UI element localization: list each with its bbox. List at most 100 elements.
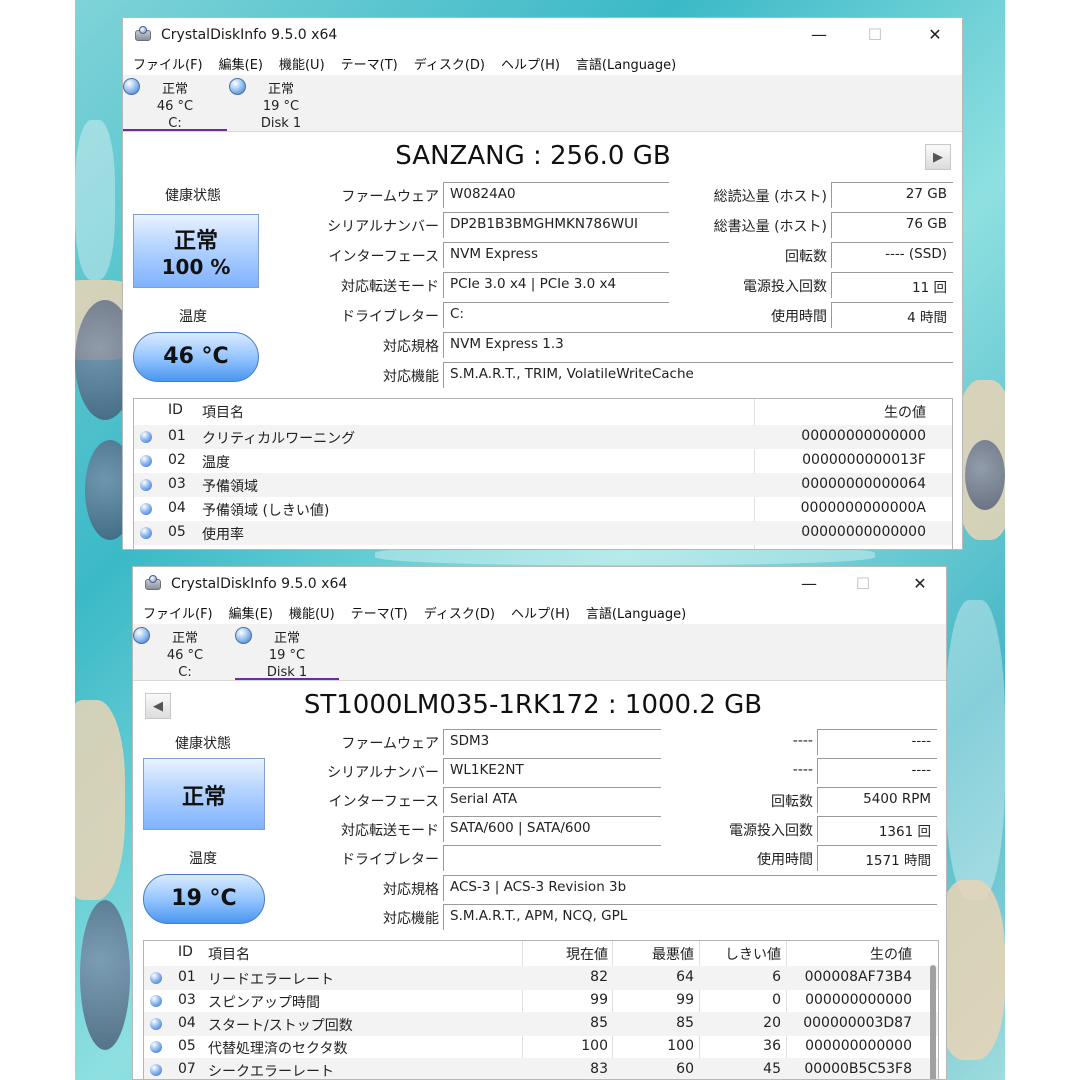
col-name[interactable]: 項目名 <box>208 944 250 964</box>
smart-table[interactable]: ID 項目名 現在値 最悪値 しきい値 生の値 01 リードエラーレート 82 … <box>143 940 939 1079</box>
menu-edit[interactable]: 編集(E) <box>219 54 263 73</box>
row-worst: 64 <box>676 969 694 985</box>
title-bar[interactable]: CrystalDiskInfo 9.5.0 x64 — ☐ ✕ <box>133 567 946 600</box>
host-writes-label: 総書込量 (ホスト) <box>713 219 827 235</box>
menu-disk[interactable]: ディスク(D) <box>424 603 495 622</box>
row-raw: 000000003D87 <box>803 1015 912 1031</box>
row-raw: 0000000000013F <box>802 452 926 468</box>
status-dot-icon <box>150 1064 162 1076</box>
serial-field: DP2B1B3BMGHMKN786WUI <box>443 212 669 238</box>
temperature-label: 温度 <box>189 851 217 867</box>
menu-theme[interactable]: テーマ(T) <box>341 54 398 73</box>
firmware-label: ファームウェア <box>341 189 439 205</box>
row-worst: 99 <box>676 992 694 1008</box>
minimize-button[interactable]: — <box>781 567 837 600</box>
menu-file[interactable]: ファイル(F) <box>143 603 213 622</box>
table-row[interactable]: 03 予備領域 00000000000064 <box>134 473 952 497</box>
menu-theme[interactable]: テーマ(T) <box>351 603 408 622</box>
model-title: ST1000LM035-1RK172 : 1000.2 GB <box>303 690 763 720</box>
col-raw[interactable]: 生の値 <box>788 944 912 964</box>
table-row[interactable]: 07 シークエラーレート 83 60 45 00000B5C53F8 <box>144 1058 938 1079</box>
col-threshold[interactable]: しきい値 <box>701 944 781 964</box>
interface-label: インターフェース <box>328 794 439 810</box>
table-row[interactable]: 03 スピンアップ時間 99 99 0 000000000000 <box>144 989 938 1013</box>
table-row[interactable]: 04 予備領域 (しきい値) 0000000000000A <box>134 497 952 521</box>
serial-label: シリアルナンバー <box>327 219 439 235</box>
title-bar[interactable]: CrystalDiskInfo 9.5.0 x64 — ☐ ✕ <box>123 18 962 51</box>
transfer-label: 対応転送モード <box>341 823 439 839</box>
prev-disk-button[interactable]: ◀ <box>145 693 171 719</box>
disk-tab-c[interactable]: 正常 46 °C C: <box>123 75 227 131</box>
menu-help[interactable]: ヘルプ(H) <box>501 54 560 73</box>
table-row[interactable]: 02 温度 0000000000013F <box>134 449 952 473</box>
status-dot-icon <box>140 455 152 467</box>
left-margin <box>0 0 75 1080</box>
table-scrollbar[interactable] <box>930 965 936 1079</box>
smart-table[interactable]: ID 項目名 生の値 01 クリティカルワーニング 00000000000000… <box>133 398 953 549</box>
status-dot-icon <box>140 431 152 443</box>
col-raw[interactable]: 生の値 <box>774 402 926 422</box>
menu-edit[interactable]: 編集(E) <box>229 603 273 622</box>
minimize-button[interactable]: — <box>791 18 847 51</box>
host-reads-label: ---- <box>792 733 813 749</box>
table-row[interactable]: 04 スタート/ストップ回数 85 85 20 000000003D87 <box>144 1012 938 1036</box>
status-dot-icon <box>140 479 152 491</box>
health-status-box: 正常 <box>143 758 265 830</box>
col-id[interactable]: ID <box>168 402 183 418</box>
menu-language[interactable]: 言語(Language) <box>576 54 676 73</box>
disk-tab-c[interactable]: 正常 46 °C C: <box>133 624 237 680</box>
disk-tab-disk1[interactable]: 正常 19 °C Disk 1 <box>229 75 333 131</box>
col-id[interactable]: ID <box>178 944 193 960</box>
power-hours-label: 使用時間 <box>771 309 827 325</box>
interface-field: NVM Express <box>443 242 669 268</box>
menu-disk[interactable]: ディスク(D) <box>414 54 485 73</box>
status-dot-icon <box>140 527 152 539</box>
disk-tab-disk1[interactable]: 正常 19 °C Disk 1 <box>235 624 339 680</box>
power-hours-field: 4 時間 <box>831 302 953 328</box>
next-disk-button[interactable]: ▶ <box>925 144 951 170</box>
col-current[interactable]: 現在値 <box>524 944 608 964</box>
disk-selector: 正常 46 °C C: 正常 19 °C Disk 1 <box>133 624 946 681</box>
bottom-window: CrystalDiskInfo 9.5.0 x64 — ☐ ✕ ファイル(F) … <box>132 566 947 1080</box>
close-button[interactable]: ✕ <box>907 18 962 51</box>
standard-label: 対応規格 <box>383 339 439 355</box>
host-writes-label: ---- <box>792 762 813 778</box>
temperature-box: 19 °C <box>143 874 265 924</box>
row-name: スピンアップ時間 <box>208 995 320 1011</box>
status-dot-icon <box>150 972 162 984</box>
row-current: 85 <box>590 1015 608 1031</box>
table-row[interactable]: 01 クリティカルワーニング 00000000000000 <box>134 425 952 449</box>
row-current: 100 <box>581 1038 608 1054</box>
row-name: リードエラーレート <box>208 972 334 988</box>
firmware-label: ファームウェア <box>341 736 439 752</box>
row-name: 予備領域 <box>202 479 258 495</box>
col-worst[interactable]: 最悪値 <box>614 944 694 964</box>
temperature-label: 温度 <box>179 309 207 325</box>
features-field: S.M.A.R.T., TRIM, VolatileWriteCache <box>443 362 953 388</box>
row-id: 03 <box>178 992 196 1008</box>
table-row[interactable]: 01 リードエラーレート 82 64 6 000008AF73B4 <box>144 966 938 990</box>
drive-letter-label: ドライブレター <box>341 309 439 325</box>
table-row[interactable]: 05 使用率 00000000000000 <box>134 521 952 545</box>
menu-help[interactable]: ヘルプ(H) <box>511 603 570 622</box>
menu-language[interactable]: 言語(Language) <box>586 603 686 622</box>
host-reads-label: 総読込量 (ホスト) <box>713 189 827 205</box>
disk-selector: 正常 46 °C C: 正常 19 °C Disk 1 <box>123 75 962 132</box>
serial-label: シリアルナンバー <box>327 765 439 781</box>
top-window: CrystalDiskInfo 9.5.0 x64 — ☐ ✕ ファイル(F) … <box>122 17 963 550</box>
menu-file[interactable]: ファイル(F) <box>133 54 203 73</box>
close-button[interactable]: ✕ <box>892 567 946 600</box>
menu-function[interactable]: 機能(U) <box>289 603 335 622</box>
rotation-field: 5400 RPM <box>817 787 937 813</box>
drive-letter-label: ドライブレター <box>341 852 439 868</box>
row-raw: 000008AF73B4 <box>804 969 912 985</box>
row-name: 使用率 <box>202 527 244 543</box>
menu-function[interactable]: 機能(U) <box>279 54 325 73</box>
table-row[interactable]: 05 代替処理済のセクタ数 100 100 36 000000000000 <box>144 1035 938 1059</box>
firmware-field: W0824A0 <box>443 182 669 208</box>
col-name[interactable]: 項目名 <box>202 402 244 422</box>
host-writes-field: ---- <box>817 758 937 784</box>
row-current: 82 <box>590 969 608 985</box>
row-threshold: 36 <box>763 1038 781 1054</box>
health-status-icon <box>235 627 252 644</box>
